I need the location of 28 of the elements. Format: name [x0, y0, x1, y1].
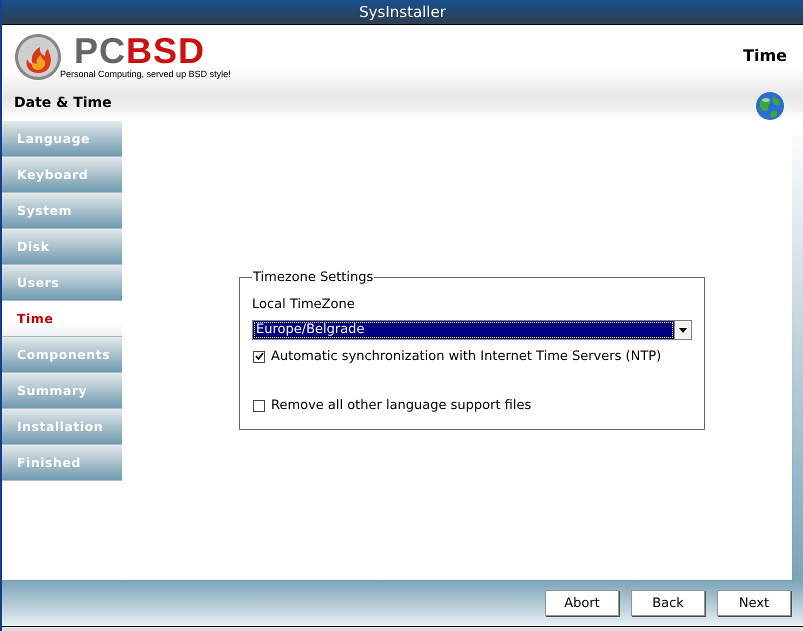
caret-icon	[679, 328, 687, 333]
group-title: Timezone Settings	[252, 270, 374, 286]
timezone-dropdown[interactable]: Europe/Belgrade	[252, 320, 692, 340]
page-title: Time	[743, 46, 787, 65]
window-title: SysInstaller	[359, 2, 446, 21]
checkbox-label: Remove all other language support files	[271, 398, 532, 414]
wizard-button[interactable]: Abort	[545, 590, 619, 616]
wizard-button[interactable]: Back	[631, 590, 705, 616]
checkbox[interactable]	[253, 350, 265, 363]
sidebar-item[interactable]: Components	[2, 336, 122, 373]
sidebar-item[interactable]: Time	[2, 300, 122, 337]
sidebar-item[interactable]: Finished	[2, 444, 122, 481]
sidebar-item[interactable]: Summary	[2, 372, 122, 409]
sidebar-item[interactable]: Keyboard	[2, 156, 122, 193]
flame-logo-icon	[14, 32, 62, 81]
sidebar-item[interactable]: Disk	[2, 228, 122, 265]
sidebar-item[interactable]: Installation	[2, 408, 122, 445]
field-label: Local TimeZone	[252, 297, 356, 312]
sidebar-item[interactable]: Language	[2, 120, 122, 157]
logo-text: PC	[74, 30, 126, 71]
section-title: Date & Time	[14, 94, 112, 111]
sidebar-item[interactable]: Users	[2, 264, 122, 301]
tagline: Personal Computing, served up BSD style!	[60, 68, 231, 79]
wizard-button[interactable]: Next	[717, 590, 791, 616]
checkbox[interactable]	[253, 400, 265, 412]
logo-text: BSD	[126, 30, 206, 71]
checkbox-label: Automatic synchronization with Internet Time Servers (NTP)	[271, 349, 662, 364]
sidebar-item[interactable]: System	[2, 192, 122, 229]
